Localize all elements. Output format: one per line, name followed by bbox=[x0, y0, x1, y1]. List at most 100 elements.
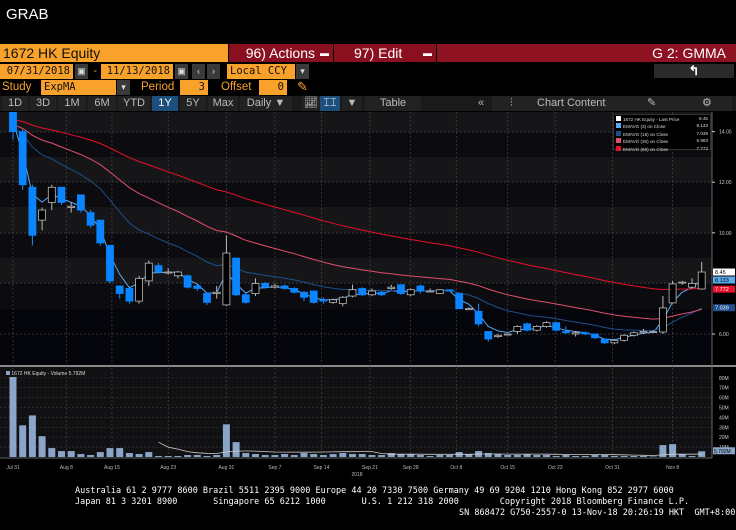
volume-bar bbox=[242, 453, 250, 457]
candle-body bbox=[251, 282, 260, 294]
candle-body bbox=[18, 131, 27, 186]
next-period-button[interactable]: › bbox=[207, 64, 220, 79]
legend-value: 8.45 bbox=[699, 116, 708, 121]
range-max[interactable]: Max bbox=[208, 96, 238, 111]
volume-bar bbox=[106, 448, 114, 457]
x-tick-label: Sep 28 bbox=[403, 465, 419, 471]
candle-body bbox=[552, 322, 561, 331]
security-field[interactable]: 1672 HK Equity bbox=[0, 44, 228, 62]
volume-bar bbox=[368, 455, 376, 457]
candle-body bbox=[67, 205, 76, 208]
candle-body bbox=[96, 219, 105, 244]
candle-body bbox=[212, 291, 221, 294]
start-date-input[interactable]: 07/31/2018 bbox=[0, 64, 73, 79]
volume-bar bbox=[116, 448, 124, 457]
volume-legend-label: 1672 HK Equity - Volume 5.792M bbox=[11, 371, 86, 377]
candle-body bbox=[309, 290, 318, 303]
price-tick-label: 12.00 bbox=[719, 180, 732, 186]
candle-body bbox=[474, 310, 483, 325]
currency-select[interactable]: Local CCY bbox=[227, 64, 295, 79]
pencil-icon[interactable]: ✎ bbox=[297, 79, 308, 95]
volume-bar bbox=[378, 455, 386, 457]
candle-body bbox=[106, 245, 114, 282]
legend-label: EMAVG (15) on Close bbox=[623, 131, 669, 137]
table-button[interactable]: Table bbox=[365, 96, 421, 111]
candle-body bbox=[338, 296, 347, 305]
legend-value: 7.039 bbox=[696, 130, 709, 136]
period-input[interactable]: 3 bbox=[180, 80, 208, 95]
x-tick-label: Jul 31 bbox=[6, 465, 20, 471]
collapse-icon[interactable]: « bbox=[472, 96, 490, 111]
calendar-icon[interactable]: ▣ bbox=[175, 64, 188, 79]
frequency-select[interactable]: Daily ▼ bbox=[240, 96, 292, 111]
actions-menu[interactable]: 96) Actions ▬ bbox=[229, 44, 333, 62]
candle-body bbox=[659, 307, 667, 333]
candle-body bbox=[232, 257, 241, 296]
offset-input[interactable]: 0 bbox=[259, 80, 287, 95]
volume-bar bbox=[125, 453, 133, 457]
prev-period-button[interactable]: ‹ bbox=[192, 64, 205, 79]
volume-bar bbox=[145, 452, 153, 457]
study-select[interactable]: ExpMA bbox=[41, 80, 116, 95]
range-1m[interactable]: 1M bbox=[58, 96, 86, 111]
chevron-down-icon[interactable]: ▾ bbox=[117, 80, 130, 95]
legend-label: 1672 HK Equity - Last Price bbox=[623, 117, 680, 122]
candlestick-icon[interactable]: ⌶⌶ bbox=[320, 96, 340, 111]
volume-bar bbox=[203, 456, 211, 457]
edit-icon[interactable]: ✎ bbox=[647, 96, 656, 111]
calendar-icon[interactable]: ▣ bbox=[75, 64, 88, 79]
price-tick-label: 14.00 bbox=[719, 130, 732, 136]
chevron-down-icon: ▼ bbox=[274, 97, 286, 109]
volume-bar bbox=[174, 456, 182, 457]
range-3d[interactable]: 3D bbox=[30, 96, 56, 111]
chevron-down-icon[interactable]: ▾ bbox=[296, 64, 309, 79]
back-button[interactable]: ↰ bbox=[654, 64, 734, 78]
volume-bar bbox=[416, 455, 424, 457]
range-5y[interactable]: 5Y bbox=[180, 96, 206, 111]
candle-body bbox=[406, 289, 415, 296]
range-1d[interactable]: 1D bbox=[2, 96, 28, 111]
edit-label: 97) Edit bbox=[354, 45, 403, 61]
legend-item: EMAVG (60) on Close 7.772 bbox=[616, 145, 708, 153]
range-6m[interactable]: 6M bbox=[88, 96, 116, 111]
volume-bar bbox=[329, 454, 337, 457]
x-tick-label: Nov 8 bbox=[666, 465, 679, 471]
volume-bar bbox=[581, 456, 589, 457]
candle-body bbox=[503, 333, 512, 336]
price-chart[interactable]: 80M70M60M50M40M30M20M10MJul 31Aug 8Aug 1… bbox=[0, 112, 736, 482]
legend-swatch bbox=[616, 145, 621, 151]
candle-body bbox=[183, 275, 192, 288]
volume-bar bbox=[513, 455, 521, 457]
volume-bar bbox=[58, 451, 65, 457]
candle-body bbox=[300, 291, 308, 298]
candle-body bbox=[164, 271, 173, 274]
volume-bar bbox=[184, 455, 192, 457]
candle-body bbox=[329, 299, 338, 303]
range-ytd[interactable]: YTD bbox=[118, 96, 150, 111]
price-tag-label: 7.772 bbox=[715, 287, 729, 293]
line-chart-icon[interactable]: 📈︎ bbox=[302, 96, 320, 111]
legend-label: EMAVG (60) on Close bbox=[623, 146, 669, 152]
chart-band bbox=[0, 182, 712, 207]
chevron-down-icon[interactable]: ▼ bbox=[342, 96, 362, 111]
volume-bar bbox=[319, 455, 327, 457]
price-tag-label: 8.45 bbox=[715, 270, 726, 276]
chart-content-bar[interactable]: ⫶ Chart Content ✎ ⚙ bbox=[492, 96, 732, 111]
volume-bar bbox=[9, 375, 17, 457]
gear-icon[interactable]: ⚙ bbox=[702, 96, 712, 111]
legend-label: EMAVG (3) on Close bbox=[623, 124, 666, 130]
bar-chart-icon: ⫶ bbox=[510, 97, 513, 109]
volume-bar bbox=[533, 455, 541, 457]
period-label: Period bbox=[141, 81, 175, 93]
candle-body bbox=[377, 291, 386, 296]
legend-swatch bbox=[616, 130, 621, 136]
edit-menu[interactable]: 97) Edit ▬ bbox=[334, 44, 436, 62]
x-tick-label: Sep 21 bbox=[362, 465, 378, 471]
x-tick-label: Sep 7 bbox=[268, 465, 281, 471]
footer-session: SN 868472 G750-2557-0 13-Nov-18 20:26:19… bbox=[459, 508, 736, 518]
end-date-input[interactable]: 11/13/2018 bbox=[101, 64, 173, 79]
legend-swatch bbox=[616, 138, 621, 144]
volume-tag-label: 5.792M bbox=[714, 449, 731, 455]
page-code: G 2: GMMA bbox=[437, 44, 736, 62]
range-1y[interactable]: 1Y bbox=[152, 96, 178, 111]
